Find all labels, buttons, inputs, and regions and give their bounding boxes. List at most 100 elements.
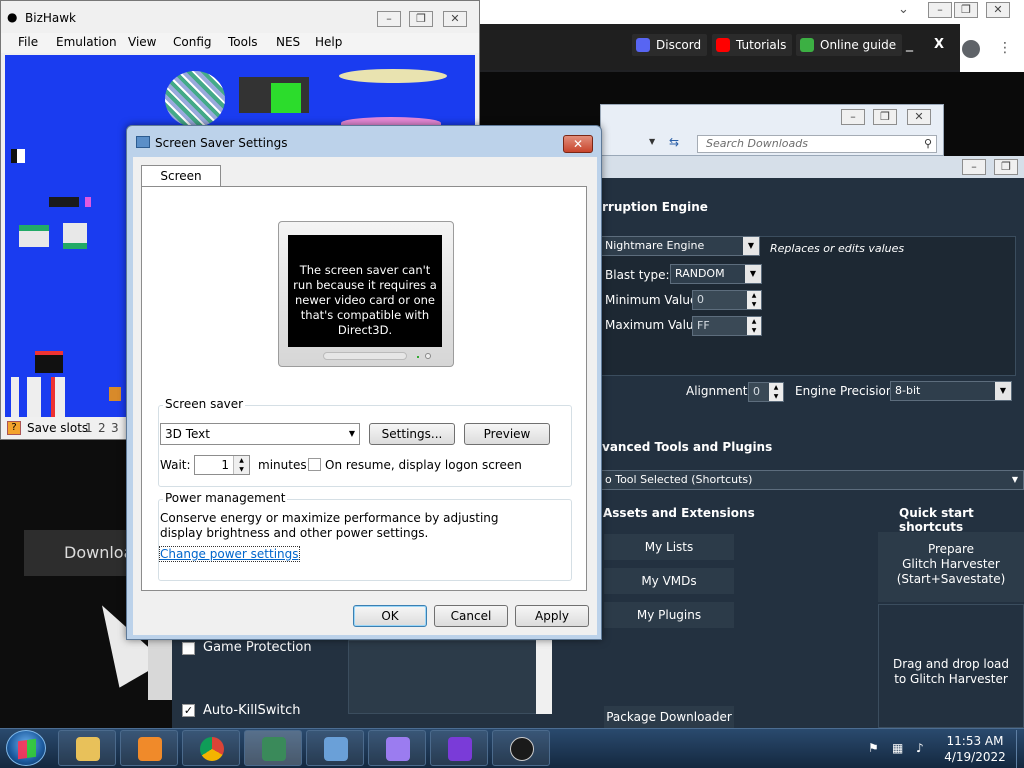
minutes-label: minutes [258,458,307,472]
blast-type-select[interactable]: RANDOM ▼ [670,264,762,284]
close-icon[interactable]: ✕ [986,2,1010,18]
chevron-down-icon[interactable]: ⌄ [898,2,909,17]
taskbar-chrome[interactable] [182,730,240,766]
menu-nes[interactable]: NES [276,35,300,49]
save-slot-1[interactable]: 1 [85,421,93,435]
ok-button[interactable]: OK [353,605,427,627]
screen-saver-group-title: Screen saver [163,397,246,411]
alignment-label: Alignment: [686,384,752,398]
profile-icon[interactable] [962,40,980,58]
menu-config[interactable]: Config [173,35,212,49]
clock[interactable]: 11:53 AM 4/19/2022 [940,733,1010,765]
volume-icon[interactable]: ♪ [916,741,930,755]
save-slot-2[interactable]: 2 [98,421,106,435]
menu-dots-icon[interactable]: ⋮ [998,40,1012,56]
prepare-glitch-harvester-button[interactable]: Prepare Glitch Harvester (Start+Savestat… [878,532,1024,602]
wait-minutes-input[interactable]: 1 ▲ ▼ [194,455,250,475]
auto-killswitch-checkbox[interactable]: ✓ [182,704,195,717]
start-button[interactable] [6,730,46,766]
engine-select[interactable]: Nightmare Engine ▼ [600,236,760,256]
glitch-sprite [339,69,447,83]
engine-description: Replaces or edits values [770,242,905,255]
taskbar-media-player[interactable] [120,730,178,766]
resume-logon-checkbox[interactable] [308,458,321,471]
menu-file[interactable]: File [18,35,38,49]
alignment-input[interactable]: 0 ▲ ▼ [748,382,784,402]
cancel-button[interactable]: Cancel [434,605,508,627]
chevron-down-icon[interactable]: ▼ [649,137,655,146]
network-icon[interactable]: ▦ [892,741,906,755]
minimize-icon[interactable]: – [928,2,952,18]
tutorials-button[interactable]: Tutorials [712,34,793,56]
apply-button[interactable]: Apply [515,605,589,627]
spin-icon[interactable]: ▲ ▼ [769,383,783,401]
chevron-down-icon: ▼ [995,382,1011,400]
spin-icon[interactable]: ▲ ▼ [747,291,761,309]
tool-select[interactable]: o Tool Selected (Shortcuts) ▼ [600,470,1024,490]
dialog-title: Screen Saver Settings [155,136,288,150]
taskbar-bizhawk[interactable] [244,730,302,766]
close-icon[interactable]: ✕ [443,11,467,27]
power-button-icon [425,353,431,359]
online-guide-button[interactable]: Online guide [796,34,903,56]
package-downloader-button[interactable]: Package Downloader [604,706,734,728]
close-button[interactable]: ✕ [563,135,593,153]
power-led [417,356,419,358]
preview-message: The screen saver can't run because it re… [288,235,442,347]
refresh-icon[interactable]: ⇆ [669,135,679,149]
minimize-icon[interactable]: – [377,11,401,27]
panel-minimize-button[interactable]: _ [906,36,913,52]
taskbar-rtc-launcher[interactable] [368,730,426,766]
menu-help[interactable]: Help [315,35,342,49]
media-player-icon [138,737,162,761]
youtube-icon [716,38,730,52]
taskbar-control-panel[interactable] [306,730,364,766]
guide-icon [800,38,814,52]
flag-icon[interactable]: ⚑ [868,741,882,755]
auto-killswitch-label: Auto-KillSwitch [203,703,301,718]
game-protection-checkbox[interactable] [182,642,195,655]
explorer-window: – ❐ ✕ ▼ ⇆ Search Downloads ⚲ [600,104,944,156]
spin-icon[interactable]: ▲ ▼ [233,456,249,474]
screen-saver-select[interactable]: 3D Text ▼ [160,423,360,445]
precision-select[interactable]: 8-bit ▼ [890,381,1012,401]
my-plugins-button[interactable]: My Plugins [604,602,734,628]
spin-icon[interactable]: ▲ ▼ [747,317,761,335]
glitch-sprite [35,351,63,373]
restore-icon[interactable]: ❐ [994,159,1018,175]
menu-view[interactable]: View [128,35,156,49]
restore-icon[interactable]: ❐ [873,109,897,125]
dialog-body: Screen Saver The screen saver can't run … [133,157,597,635]
close-icon[interactable]: ✕ [907,109,931,125]
my-lists-button[interactable]: My Lists [604,534,734,560]
game-protection-label: Game Protection [203,640,312,655]
my-vmds-button[interactable]: My VMDs [604,568,734,594]
menu-tools[interactable]: Tools [228,35,258,49]
restore-icon[interactable]: ❐ [954,2,978,18]
minimize-icon[interactable]: – [962,159,986,175]
search-input[interactable]: Search Downloads ⚲ [697,135,937,153]
max-value-input[interactable]: FF ▲ ▼ [692,316,762,336]
restore-icon[interactable]: ❐ [409,11,433,27]
panel-close-button[interactable]: X [934,37,944,52]
glitch-sprite [11,149,25,163]
scrollbar[interactable] [536,640,552,714]
drag-drop-area[interactable]: Drag and drop load to Glitch Harvester [878,604,1024,728]
chevron-down-icon: ▼ [1007,471,1023,489]
discord-button[interactable]: Discord [632,34,708,56]
taskbar-explorer[interactable] [58,730,116,766]
minimize-icon[interactable]: – [841,109,865,125]
monitor-icon [136,136,150,148]
taskbar-app[interactable] [492,730,550,766]
show-desktop-button[interactable] [1016,730,1024,768]
change-power-settings-link[interactable]: Change power settings [159,546,300,562]
save-slot-3[interactable]: 3 [111,421,119,435]
preview-button[interactable]: Preview [464,423,550,445]
menu-emulation[interactable]: Emulation [56,35,117,49]
tab-screen-saver[interactable]: Screen Saver [141,165,221,203]
bizhawk-menubar: File Emulation View Config Tools NES Hel… [1,33,479,53]
taskbar-rtc[interactable] [430,730,488,766]
download-button[interactable]: Downloa [24,530,133,576]
min-value-input[interactable]: 0 ▲ ▼ [692,290,762,310]
settings-button[interactable]: Settings... [369,423,455,445]
